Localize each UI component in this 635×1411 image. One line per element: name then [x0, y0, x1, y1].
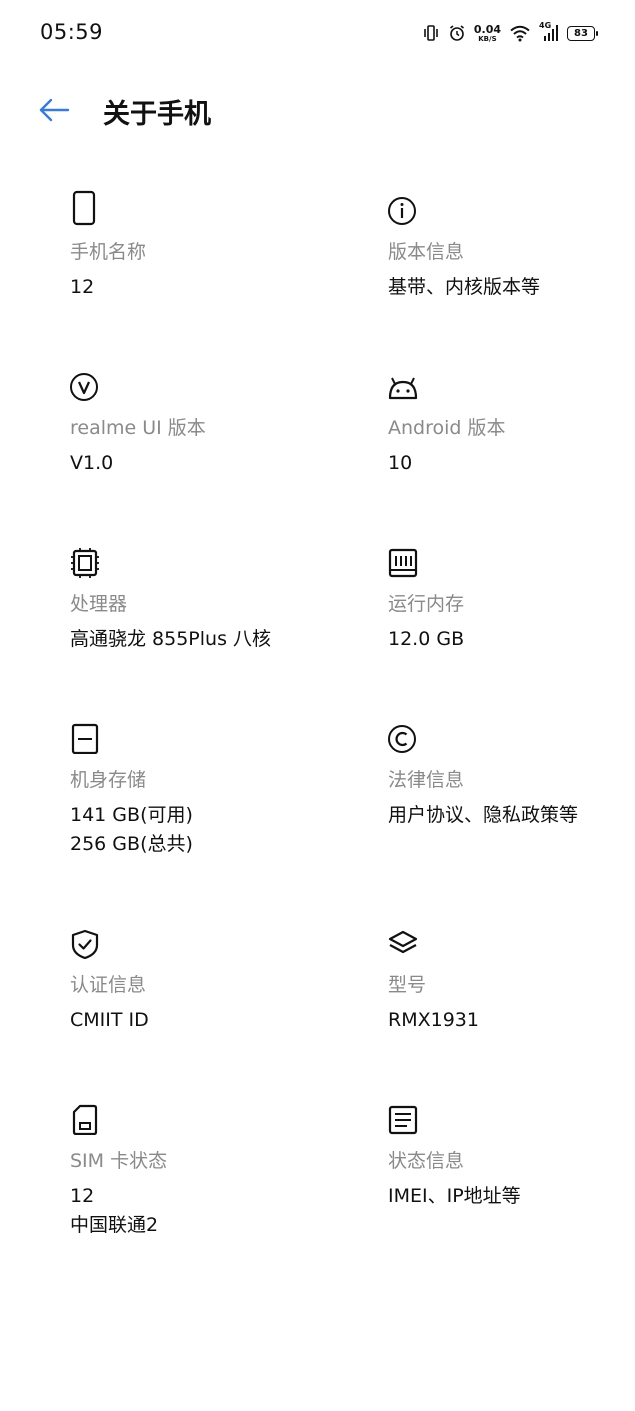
- item-label: 运行内存: [388, 593, 465, 615]
- item-value: 10: [388, 452, 413, 474]
- document-icon: [388, 1105, 418, 1135]
- item-ram[interactable]: 运行内存 12.0 GB: [388, 542, 635, 654]
- net-speed-value: 0.04: [473, 22, 501, 36]
- item-android-version[interactable]: Android 版本 10: [388, 366, 635, 478]
- info-icon: [388, 197, 416, 225]
- item-version-info[interactable]: 版本信息 基带、内核版本等: [388, 190, 635, 302]
- arrow-left-icon: [39, 98, 70, 122]
- memory-icon: [388, 548, 418, 578]
- item-processor[interactable]: 处理器 高通骁龙 855Plus 八核: [70, 542, 330, 654]
- item-label: 状态信息: [388, 1150, 465, 1172]
- item-storage[interactable]: 机身存储 141 GB(可用) 256 GB(总共): [70, 718, 330, 859]
- vibrate-icon: [422, 24, 440, 42]
- item-value: 用户协议、隐私政策等: [388, 804, 579, 826]
- item-value: CMIIT ID: [70, 1009, 149, 1031]
- alarm-icon: [448, 24, 466, 42]
- chip-icon: [71, 548, 99, 578]
- item-value: 基带、内核版本等: [388, 276, 541, 298]
- item-label: realme UI 版本: [70, 417, 206, 439]
- item-model[interactable]: 型号 RMX1931: [388, 923, 635, 1035]
- signal-icon: 4G: [539, 21, 559, 43]
- item-legal-info[interactable]: 法律信息 用户协议、隐私政策等: [388, 718, 635, 830]
- back-button[interactable]: [36, 96, 72, 124]
- header: 关于手机: [0, 80, 635, 140]
- net-speed: 0.04 KB/S: [474, 24, 501, 43]
- battery-icon: 83: [567, 25, 598, 41]
- item-value: V1.0: [70, 452, 114, 474]
- network-type: 4G: [539, 21, 552, 30]
- net-speed-unit: KB/S: [478, 34, 497, 43]
- item-value: 12: [70, 276, 95, 298]
- item-label: SIM 卡状态: [70, 1150, 168, 1172]
- item-label: 处理器: [70, 593, 128, 615]
- page-title: 关于手机: [103, 99, 211, 130]
- item-certification[interactable]: 认证信息 CMIIT ID: [70, 923, 330, 1035]
- wifi-icon: [509, 24, 531, 42]
- item-label: 手机名称: [70, 241, 147, 263]
- shield-check-icon: [71, 929, 99, 959]
- android-icon: [388, 377, 418, 400]
- item-value: RMX1931: [388, 1009, 479, 1031]
- item-value: 12: [70, 1185, 95, 1207]
- status-icons: 0.04 KB/S 4G 83: [422, 20, 598, 46]
- item-label: 机身存储: [70, 769, 147, 791]
- item-label: 版本信息: [388, 241, 465, 263]
- item-value-secondary: 中国联通2: [70, 1214, 159, 1236]
- item-label: 法律信息: [388, 769, 465, 791]
- layers-icon: [388, 930, 418, 954]
- battery-level: 83: [574, 27, 588, 39]
- item-value: IMEI、IP地址等: [388, 1185, 521, 1207]
- item-status-info[interactable]: 状态信息 IMEI、IP地址等: [388, 1099, 635, 1211]
- phone-icon: [72, 190, 96, 226]
- v-circle-icon: [70, 373, 98, 401]
- item-sim-status[interactable]: SIM 卡状态 12 中国联通2: [70, 1099, 330, 1240]
- item-label: Android 版本: [388, 417, 506, 439]
- item-label: 认证信息: [70, 974, 147, 996]
- sim-card-icon: [72, 1104, 98, 1135]
- copyright-icon: [388, 725, 416, 753]
- item-value: 高通骁龙 855Plus 八核: [70, 628, 272, 650]
- item-value: 141 GB(可用): [70, 804, 193, 826]
- item-value: 12.0 GB: [388, 628, 465, 650]
- status-bar: 05:59 0.04 KB/S 4G 83: [0, 0, 635, 66]
- item-label: 型号: [388, 974, 427, 996]
- item-realme-ui-version[interactable]: realme UI 版本 V1.0: [70, 366, 330, 478]
- status-time: 05:59: [40, 20, 104, 44]
- storage-icon: [71, 723, 99, 754]
- item-phone-name[interactable]: 手机名称 12: [70, 190, 330, 302]
- item-value-secondary: 256 GB(总共): [70, 833, 193, 855]
